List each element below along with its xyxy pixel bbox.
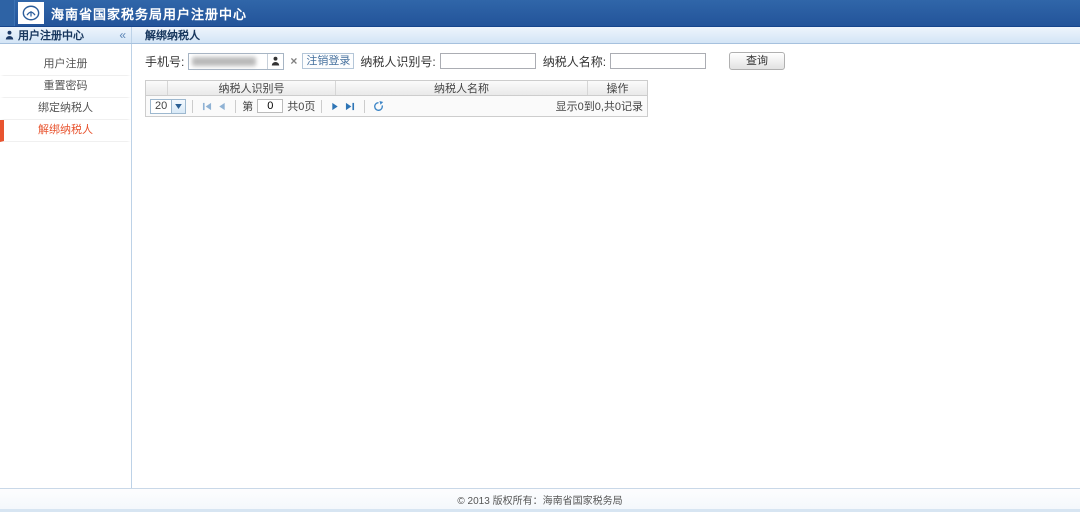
page-number-input[interactable] xyxy=(257,99,284,113)
clear-phone-icon[interactable]: × xyxy=(290,55,297,67)
menu-item-label: 解绑纳税人 xyxy=(38,124,93,136)
copyright-text: © 2013 版权所有：海南省国家税务局 xyxy=(457,495,623,507)
sidebar-header: 用户注册中心 « xyxy=(0,27,132,43)
phone-field[interactable] xyxy=(188,52,285,70)
sidebar-title: 用户注册中心 xyxy=(18,30,84,42)
page-footer: © 2013 版权所有：海南省国家税务局 xyxy=(0,488,1080,512)
pager-divider xyxy=(192,99,194,113)
taxpayer-name-input[interactable] xyxy=(610,53,707,69)
record-count-summary: 显示0到0,共0记录 xyxy=(555,101,643,113)
page-size-value: 20 xyxy=(155,99,168,112)
total-pages-label: 共0页 xyxy=(287,101,316,113)
pager-divider xyxy=(321,99,323,113)
column-header-empty xyxy=(146,81,168,95)
search-form: 手机号: × 注销登录 纳税人识别号: 纳税人名称: 查询 xyxy=(145,51,1080,71)
column-header-operation: 操作 xyxy=(606,83,629,95)
tab-label: 解绑纳税人 xyxy=(145,30,200,42)
pagination-bar: 20 第 0 共0页 显示0到0,共0记录 xyxy=(146,96,647,116)
user-lookup-icon[interactable] xyxy=(267,53,283,69)
phone-masked-value xyxy=(189,54,267,69)
sidebar-item-bind-taxpayer[interactable]: 绑定纳税人 xyxy=(0,98,131,120)
user-icon xyxy=(5,30,14,40)
pager-divider xyxy=(364,99,366,113)
sidebar-item-reset-password[interactable]: 重置密码 xyxy=(0,76,131,98)
menu-item-label: 用户注册 xyxy=(43,58,88,70)
tax-bureau-logo xyxy=(18,2,44,24)
sub-header-bar: 用户注册中心 « 解绑纳税人 xyxy=(0,26,1080,44)
refresh-icon[interactable] xyxy=(373,100,384,112)
tax-emblem-icon xyxy=(22,5,40,21)
taxpayer-table: 纳税人识别号 纳税人名称 操作 20 第 0 共0页 显示0到0,共0记录 xyxy=(145,80,648,117)
phone-label: 手机号: xyxy=(145,54,185,69)
tab-unbind-taxpayer[interactable]: 解绑纳税人 xyxy=(132,27,1080,43)
page-prefix-label: 第 xyxy=(242,101,254,113)
next-page-icon[interactable] xyxy=(331,102,339,111)
table-header-row: 纳税人识别号 纳税人名称 操作 xyxy=(146,81,647,96)
column-header-taxpayer-id: 纳税人识别号 xyxy=(168,81,336,95)
header-edge-decoration xyxy=(0,0,15,26)
menu-item-label: 绑定纳税人 xyxy=(38,102,93,114)
sidebar-item-unbind-taxpayer[interactable]: 解绑纳税人 xyxy=(0,120,131,142)
menu-item-label: 重置密码 xyxy=(43,80,88,92)
taxpayer-id-input[interactable] xyxy=(439,53,536,69)
sidebar-menu: 用户注册 重置密码 绑定纳税人 解绑纳税人 xyxy=(0,44,132,488)
pager-divider xyxy=(235,99,237,113)
prev-page-icon[interactable] xyxy=(218,102,226,111)
taxpayer-id-label: 纳税人识别号: xyxy=(360,54,436,69)
first-page-icon[interactable] xyxy=(202,102,212,111)
page-size-select[interactable]: 20 xyxy=(150,98,187,114)
app-window: 海南省国家税务局用户注册中心 用户注册中心 « 解绑纳税人 用户注册 重置密码 xyxy=(0,0,1080,512)
logout-button[interactable]: 注销登录 xyxy=(302,53,355,69)
main-area: 用户注册 重置密码 绑定纳税人 解绑纳税人 手机号: × 注销登录 纳税人识别号… xyxy=(0,44,1080,488)
content-panel: 手机号: × 注销登录 纳税人识别号: 纳税人名称: 查询 纳税人识别号 纳税人… xyxy=(132,44,1080,488)
collapse-sidebar-icon[interactable]: « xyxy=(119,29,126,41)
redacted-phone-number xyxy=(192,56,257,66)
app-header: 海南省国家税务局用户注册中心 xyxy=(0,0,1080,26)
chevron-down-icon xyxy=(171,99,186,113)
query-button[interactable]: 查询 xyxy=(729,52,786,70)
page-number-group: 第 共0页 xyxy=(242,98,315,114)
sidebar-item-user-register[interactable]: 用户注册 xyxy=(0,54,131,76)
column-header-taxpayer-name: 纳税人名称 xyxy=(336,81,588,95)
page-title: 海南省国家税务局用户注册中心 xyxy=(51,6,248,22)
last-page-icon[interactable] xyxy=(345,102,355,111)
taxpayer-name-label: 纳税人名称: xyxy=(542,54,607,69)
